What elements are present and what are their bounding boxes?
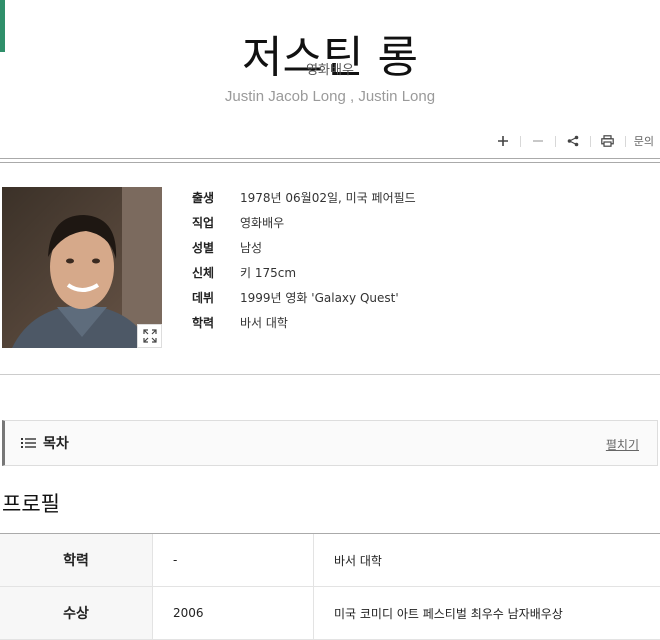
info-row-job: 직업 영화배우 <box>192 210 416 235</box>
info-key: 출생 <box>192 191 215 205</box>
profile-divider <box>0 374 660 375</box>
list-icon <box>21 436 37 450</box>
profile-table: 학력 - 바서 대학 수상 2006 미국 코미디 아트 페스티벌 최우수 남자… <box>0 533 660 640</box>
info-key: 학력 <box>192 316 215 330</box>
table-row: 수상 2006 미국 코미디 아트 페스티벌 최우수 남자배우상 <box>0 587 660 640</box>
inquiry-link[interactable]: 문의 <box>630 133 654 149</box>
section-title-profile: 프로필 <box>2 492 60 516</box>
table-row-header: 수상 <box>0 587 153 639</box>
info-value: 영화배우 <box>240 216 285 230</box>
toc-expand-button[interactable]: 펼치기 <box>606 436 639 453</box>
table-cell: 2006 <box>153 587 314 639</box>
article-toolbar: 문의 <box>490 131 654 151</box>
info-row-body: 신체 키 175cm <box>192 260 416 285</box>
toc-label: 목차 <box>43 436 69 452</box>
table-of-contents: 목차 펼치기 <box>2 420 658 466</box>
info-value: 키 175cm <box>240 266 297 280</box>
info-key: 성별 <box>192 241 215 255</box>
info-row-debut: 데뷔 1999년 영화 'Galaxy Quest' <box>192 285 416 310</box>
table-cell: - <box>153 534 314 586</box>
toolbar-divider <box>589 135 591 147</box>
table-cell: 바서 대학 <box>334 553 382 568</box>
info-row-education: 학력 바서 대학 <box>192 310 416 335</box>
toolbar-divider <box>519 135 521 147</box>
info-value: 1978년 06월02일, 미국 페어필드 <box>240 191 416 205</box>
info-key: 신체 <box>192 266 215 280</box>
toolbar-divider <box>624 135 626 147</box>
minus-icon[interactable] <box>525 131 551 151</box>
share-icon[interactable] <box>560 131 586 151</box>
info-key: 직업 <box>192 216 215 230</box>
info-value: 남성 <box>240 241 263 255</box>
info-row-gender: 성별 남성 <box>192 235 416 260</box>
header-divider <box>0 158 660 163</box>
plus-icon[interactable] <box>490 131 516 151</box>
profile-info-list: 출생 1978년 06월02일, 미국 페어필드 직업 영화배우 성별 남성 신… <box>192 185 416 335</box>
toolbar-divider <box>554 135 556 147</box>
original-name: Justin Jacob Long , Justin Long <box>224 88 436 105</box>
page-subtitle: 영화배우 <box>306 63 354 78</box>
info-row-birth: 출생 1978년 06월02일, 미국 페어필드 <box>192 185 416 210</box>
table-row-header: 학력 <box>0 534 153 586</box>
expand-icon[interactable] <box>137 324 162 348</box>
info-value: 바서 대학 <box>240 316 288 330</box>
table-row: 학력 - 바서 대학 <box>0 534 660 587</box>
print-icon[interactable] <box>595 131 621 151</box>
info-value: 1999년 영화 'Galaxy Quest' <box>240 291 399 305</box>
info-key: 데뷔 <box>192 291 215 305</box>
table-cell: 미국 코미디 아트 페스티벌 최우수 남자배우상 <box>334 606 563 621</box>
